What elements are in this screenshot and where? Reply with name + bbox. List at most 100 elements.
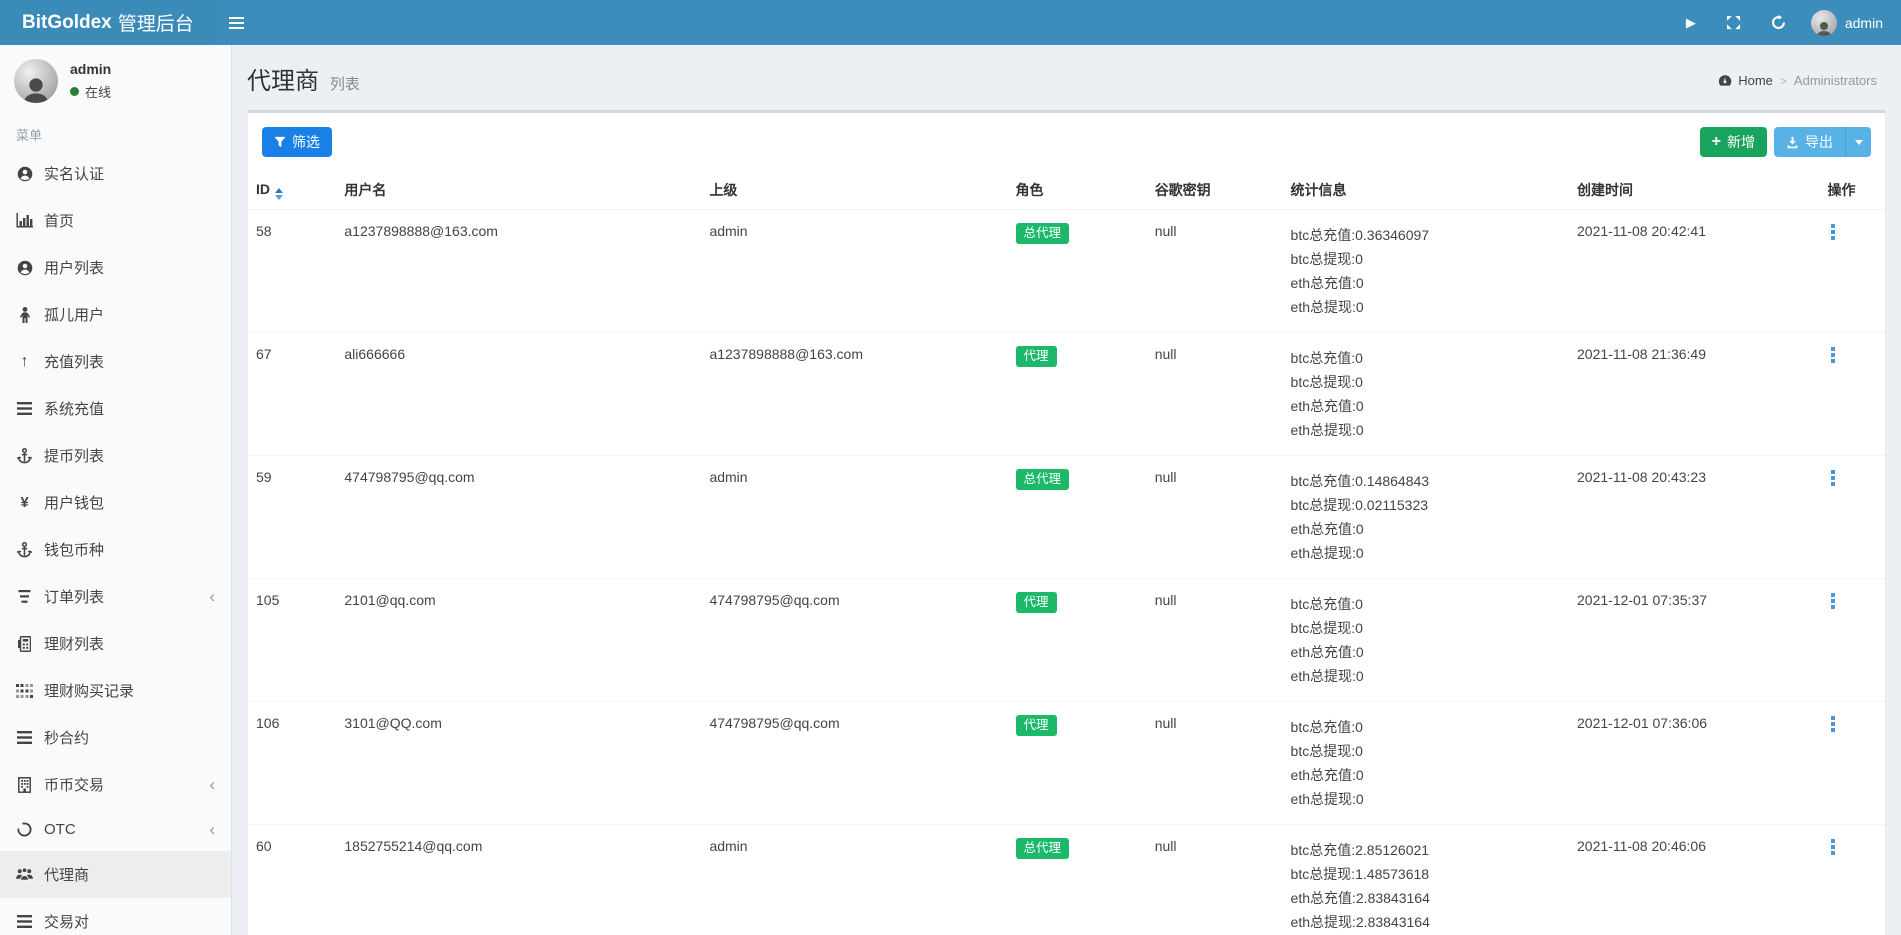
stats-line: btc总充值:0: [1291, 592, 1561, 616]
sidebar-item-user-wallet[interactable]: ¥用户钱包: [0, 479, 231, 526]
row-actions-menu-icon[interactable]: [1827, 715, 1839, 735]
refresh-icon[interactable]: [1756, 0, 1801, 45]
add-button[interactable]: + 新增: [1700, 127, 1767, 157]
breadcrumb-separator: >: [1780, 74, 1787, 88]
stats-line: btc总充值:0.14864843: [1291, 469, 1561, 493]
sidebar-item-otc[interactable]: OTC ‹: [0, 808, 231, 851]
chevron-left-icon: ‹: [209, 588, 215, 605]
column-header-actions[interactable]: 操作: [1819, 171, 1885, 210]
sidebar-username: admin: [70, 61, 111, 77]
cell-id: 106: [248, 702, 336, 825]
export-dropdown-toggle[interactable]: [1845, 127, 1871, 157]
row-actions-menu-icon[interactable]: [1827, 346, 1839, 366]
column-header-role[interactable]: 角色: [1008, 171, 1147, 210]
sidebar-toggle-icon[interactable]: [214, 0, 260, 45]
users-icon: [16, 867, 33, 882]
table-row: 67ali666666a1237898888@163.com代理nullbtc总…: [248, 333, 1885, 456]
sidebar-item-wallet-coins[interactable]: 钱包币种: [0, 526, 231, 573]
column-header-created[interactable]: 创建时间: [1569, 171, 1819, 210]
caret-down-icon: [1855, 140, 1863, 145]
menu-section-label: 菜单: [0, 117, 231, 150]
anchor-icon: [16, 448, 33, 464]
sidebar-item-label: 交易对: [44, 911, 89, 932]
cell-role: 总代理: [1008, 210, 1147, 333]
cell-actions: [1819, 702, 1885, 825]
sidebar-item-trade-pairs[interactable]: 交易对: [0, 898, 231, 935]
stats-line: btc总充值:0: [1291, 715, 1561, 739]
stats-line: eth总提现:0: [1291, 664, 1561, 688]
cell-google-key: null: [1147, 456, 1283, 579]
column-header-id[interactable]: ID: [248, 171, 336, 210]
chevron-left-icon: ‹: [209, 821, 215, 838]
row-actions-menu-icon[interactable]: [1827, 469, 1839, 489]
sidebar-item-real-name-auth[interactable]: 实名认证: [0, 150, 231, 197]
chevron-left-icon: ‹: [209, 776, 215, 793]
cell-role: 代理: [1008, 579, 1147, 702]
sidebar-item-withdraw-list[interactable]: 提币列表: [0, 432, 231, 479]
stats-line: eth总充值:0: [1291, 271, 1561, 295]
cell-google-key: null: [1147, 702, 1283, 825]
cell-id: 67: [248, 333, 336, 456]
sidebar-item-system-recharge[interactable]: 系统充值: [0, 385, 231, 432]
navbar-username: admin: [1845, 15, 1883, 31]
sidebar-item-finance-purchase-records[interactable]: 理财购买记录: [0, 667, 231, 714]
sidebar-item-finance-list[interactable]: 理财列表: [0, 620, 231, 667]
sidebar-item-user-list[interactable]: 用户列表: [0, 244, 231, 291]
cell-id: 105: [248, 579, 336, 702]
online-status[interactable]: 在线: [70, 82, 111, 101]
stats-line: eth总充值:0: [1291, 763, 1561, 787]
sidebar-item-recharge-list[interactable]: ↑充值列表: [0, 338, 231, 385]
stats-line: eth总充值:0: [1291, 394, 1561, 418]
cell-role: 总代理: [1008, 825, 1147, 935]
sidebar-item-orphan-users[interactable]: 孤儿用户: [0, 291, 231, 338]
column-header-google_key[interactable]: 谷歌密钥: [1147, 171, 1283, 210]
cell-parent: a1237898888@163.com: [701, 333, 1007, 456]
stats-line: eth总提现:0: [1291, 418, 1561, 442]
stats-line: eth总充值:0: [1291, 640, 1561, 664]
toolbar-right-group: + 新增 导出: [1700, 127, 1871, 157]
bar-chart-icon: [16, 213, 33, 228]
row-actions-menu-icon[interactable]: [1827, 223, 1839, 243]
play-icon[interactable]: ▶: [1671, 0, 1711, 45]
download-icon: [1786, 136, 1799, 149]
stats-line: eth总充值:0: [1291, 517, 1561, 541]
cell-created: 2021-11-08 20:42:41: [1569, 210, 1819, 333]
sidebar-item-label: 代理商: [44, 864, 89, 885]
yen-icon: ¥: [16, 494, 33, 511]
content-header: 代理商 列表 Home > Administrators: [232, 45, 1901, 110]
stats-line: eth总提现:0: [1291, 787, 1561, 811]
cell-actions: [1819, 825, 1885, 935]
user-menu[interactable]: admin: [1801, 0, 1901, 45]
column-header-stats[interactable]: 统计信息: [1283, 171, 1569, 210]
stats-line: eth总提现:2.83843164: [1291, 910, 1561, 934]
sidebar-item-second-contract[interactable]: 秒合约: [0, 714, 231, 761]
sidebar-item-label: 实名认证: [44, 163, 104, 184]
sidebar-item-label: 币币交易: [44, 774, 104, 795]
sidebar-item-agents[interactable]: 代理商: [0, 851, 231, 898]
sidebar-item-home[interactable]: 首页: [0, 197, 231, 244]
sidebar-item-coin-trade[interactable]: 币币交易 ‹: [0, 761, 231, 808]
stats-line: btc总提现:0.02115323: [1291, 493, 1561, 517]
sidebar-item-order-list[interactable]: 订单列表 ‹: [0, 573, 231, 620]
cell-created: 2021-11-08 20:46:06: [1569, 825, 1819, 935]
avatar: [14, 59, 58, 103]
role-badge: 总代理: [1016, 838, 1070, 859]
sidebar-item-label: 订单列表: [44, 586, 104, 607]
role-badge: 总代理: [1016, 469, 1070, 490]
building-icon: [16, 777, 33, 793]
stats-line: btc总充值:0.36346097: [1291, 223, 1561, 247]
stats-line: btc总充值:2.85126021: [1291, 838, 1561, 862]
cell-role: 总代理: [1008, 456, 1147, 579]
table-body: 58a1237898888@163.comadmin总代理nullbtc总充值:…: [248, 210, 1885, 935]
column-header-username[interactable]: 用户名: [336, 171, 701, 210]
filter-button[interactable]: 筛选: [262, 127, 332, 157]
export-button[interactable]: 导出: [1774, 127, 1845, 157]
fullscreen-icon[interactable]: [1711, 0, 1756, 45]
row-actions-menu-icon[interactable]: [1827, 838, 1839, 858]
stats-line: btc总提现:0: [1291, 370, 1561, 394]
row-actions-menu-icon[interactable]: [1827, 592, 1839, 612]
breadcrumb-home-link[interactable]: Home: [1718, 73, 1773, 88]
sidebar-item-label: OTC: [44, 821, 76, 838]
column-header-parent[interactable]: 上级: [701, 171, 1007, 210]
brand-logo[interactable]: BitGoldex 管理后台: [0, 0, 214, 45]
